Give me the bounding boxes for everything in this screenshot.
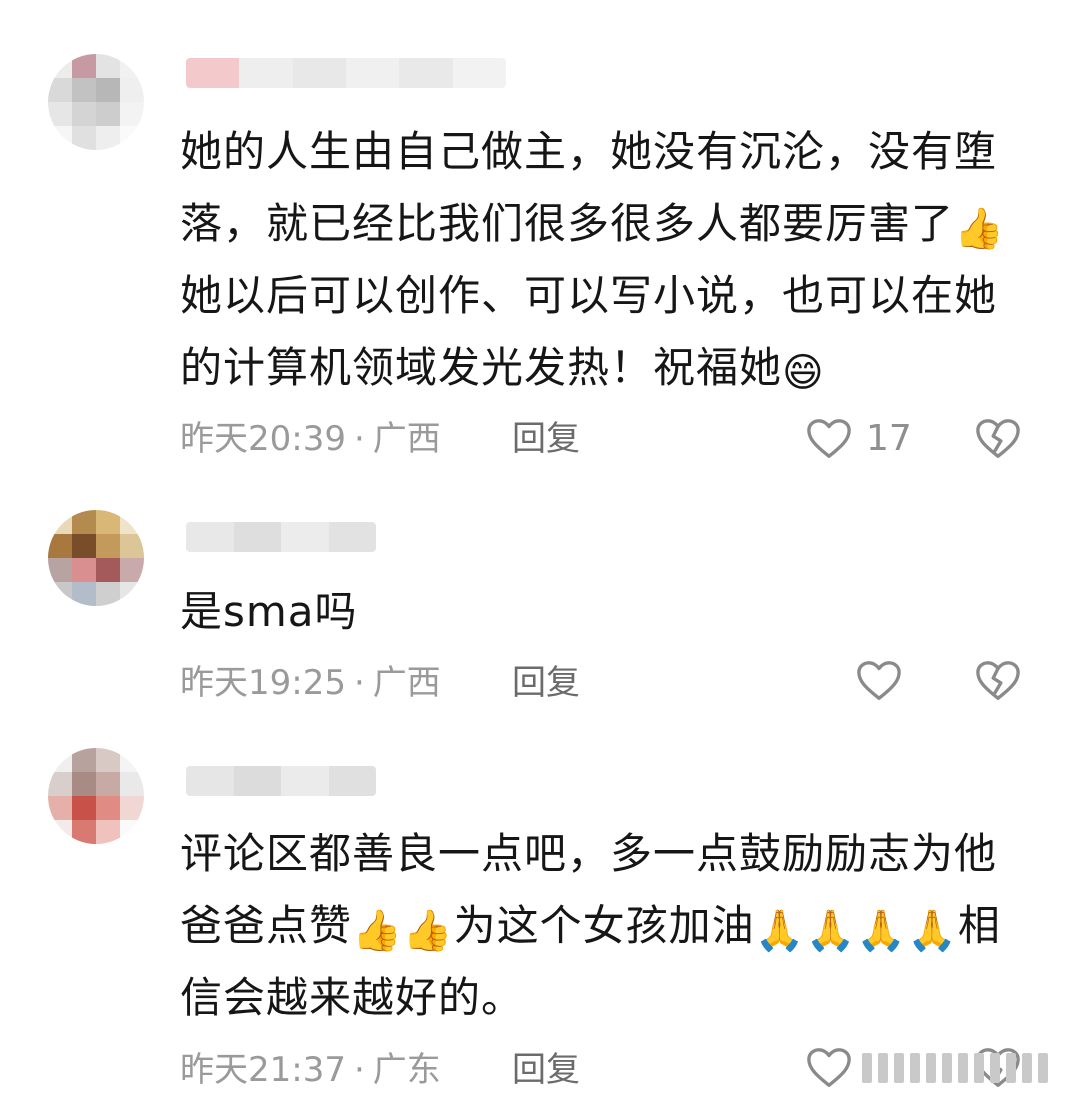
comment-text-segment: 她以后可以创作、可以写小说，也可以在她的计算机领域发光发热！祝福她	[180, 271, 998, 392]
like-count: 17	[866, 418, 912, 459]
comment-list: 她的人生由自己做主，她没有沉沦，没有堕落，就已经比我们很多很多人都要厉害了👍 她以…	[0, 0, 1080, 1107]
like-button[interactable]	[806, 1043, 852, 1093]
folded-hands-emoji: 🙏🙏🙏🙏	[754, 908, 958, 954]
reply-button[interactable]: 回复	[512, 658, 580, 708]
comment-location: 广西	[372, 663, 441, 703]
like-button[interactable]: 17	[806, 414, 912, 464]
thumbs-up-emoji: 👍	[954, 206, 1005, 252]
comment-location: 广西	[372, 419, 441, 459]
username-blurred[interactable]	[186, 522, 376, 552]
like-button[interactable]	[856, 656, 902, 706]
meta-separator: ·	[353, 419, 365, 459]
comment-meta: 昨天21:37 · 广东	[180, 1045, 441, 1095]
comment-location: 广东	[372, 1050, 441, 1090]
comment-text: 她的人生由自己做主，她没有沉沦，没有堕落，就已经比我们很多很多人都要厉害了👍 她以…	[180, 116, 1020, 404]
username-blurred[interactable]	[186, 766, 376, 796]
grin-emoji: 😄	[782, 350, 825, 396]
heart-outline-icon	[857, 661, 901, 700]
comment-text-segment: 她的人生由自己做主，她没有沉沦，没有堕落，就已经比我们很多很多人都要厉害了	[180, 127, 998, 248]
comment-text: 评论区都善良一点吧，多一点鼓励励志为他爸爸点赞👍👍为这个女孩加油🙏🙏🙏🙏相信会越…	[180, 818, 1020, 1034]
heart-outline-icon	[807, 419, 851, 458]
comment-time: 昨天19:25	[180, 663, 346, 703]
thumbs-up-emoji: 👍👍	[352, 908, 454, 954]
dislike-button[interactable]	[975, 656, 1021, 706]
reply-button[interactable]: 回复	[512, 1045, 580, 1095]
reply-button[interactable]: 回复	[512, 414, 580, 464]
comment-text-segment: 为这个女孩加油	[453, 901, 755, 950]
avatar[interactable]	[48, 510, 144, 606]
meta-separator: ·	[353, 663, 365, 703]
comment-time: 昨天20:39	[180, 419, 346, 459]
comment-meta: 昨天19:25 · 广西	[180, 658, 441, 708]
heart-outline-icon	[807, 1048, 851, 1087]
dislike-button[interactable]	[975, 414, 1021, 464]
avatar[interactable]	[48, 748, 144, 844]
comment-meta: 昨天20:39 · 广西	[180, 414, 441, 464]
watermark-blurred	[862, 1048, 1058, 1088]
comment-text-segment: 是sma吗	[180, 587, 358, 636]
meta-separator: ·	[353, 1050, 365, 1090]
broken-heart-icon	[976, 661, 1020, 700]
broken-heart-icon	[976, 419, 1020, 458]
username-blurred[interactable]	[186, 58, 506, 88]
comment-time: 昨天21:37	[180, 1050, 346, 1090]
avatar[interactable]	[48, 54, 144, 150]
comment-text: 是sma吗	[180, 576, 1020, 648]
